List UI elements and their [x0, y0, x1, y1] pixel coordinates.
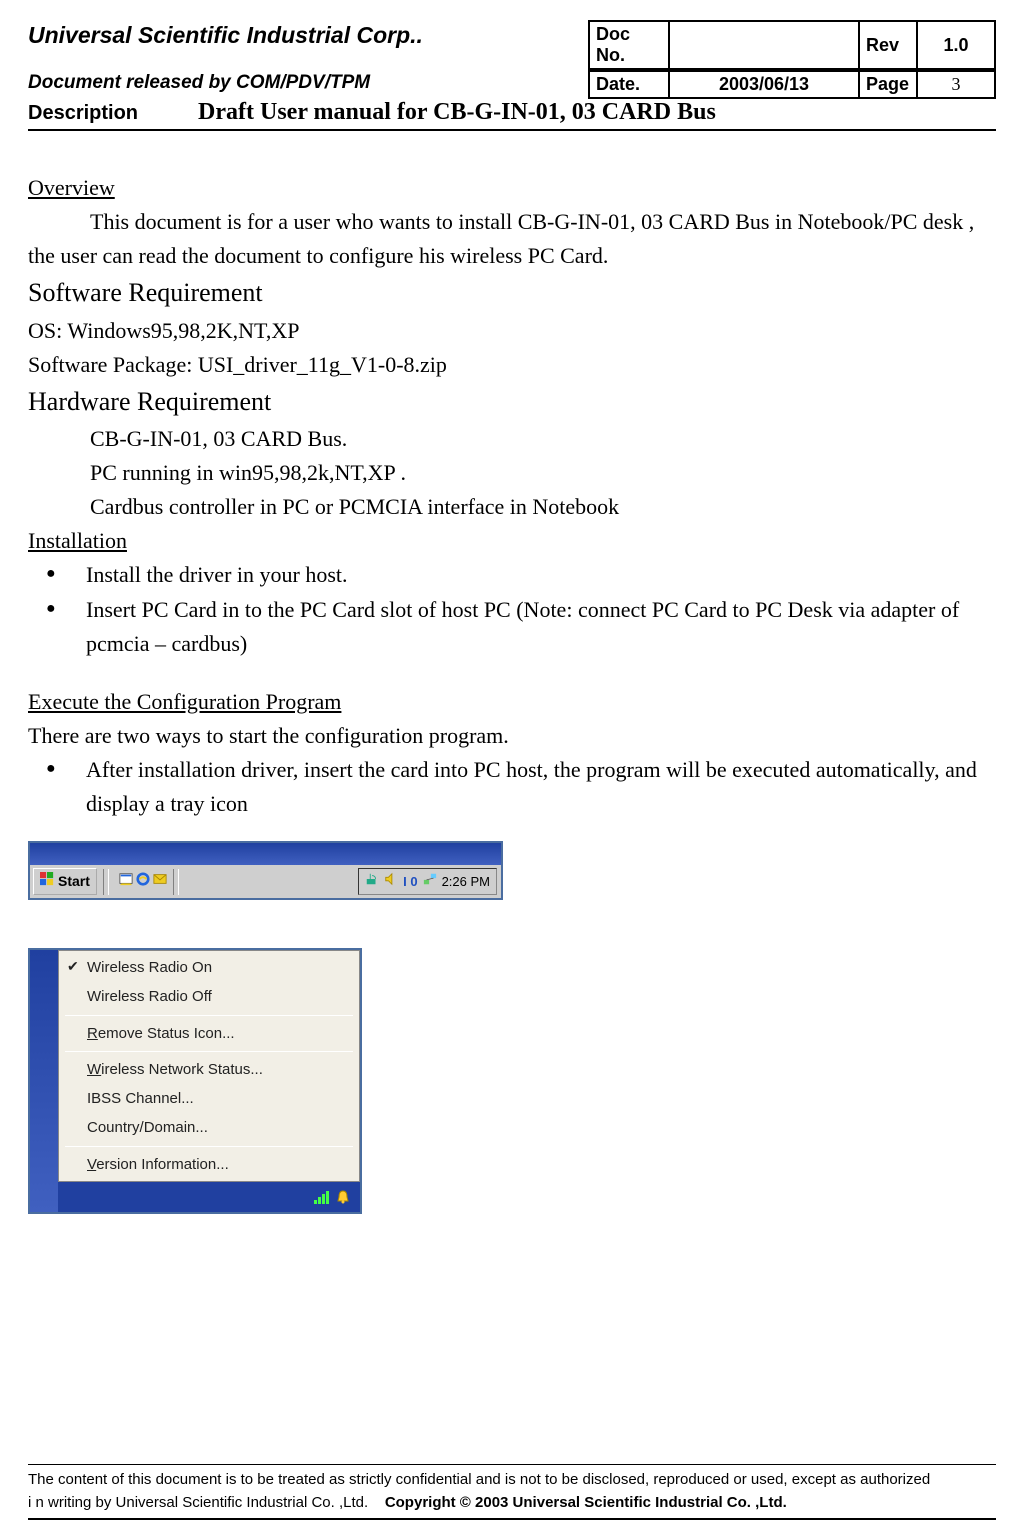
- menu-item-radio-off[interactable]: Wireless Radio Off: [59, 982, 359, 1011]
- software-req-heading: Software Requirement: [28, 273, 996, 313]
- menu-item-ibss[interactable]: IBSS Channel...: [59, 1084, 359, 1113]
- tray-text: I 0: [403, 872, 417, 892]
- tray-clock: 2:26 PM: [442, 872, 490, 892]
- install-item-2: Insert PC Card in to the PC Card slot of…: [46, 593, 996, 661]
- start-button[interactable]: Start: [33, 868, 97, 896]
- page-label: Page: [859, 71, 917, 98]
- signal-icon: [314, 1190, 330, 1204]
- start-label: Start: [58, 871, 90, 893]
- menu-side-strip: [30, 950, 58, 1212]
- overview-paragraph: This document is for a user who wants to…: [28, 205, 996, 273]
- execute-item-1: After installation driver, insert the ca…: [46, 753, 996, 821]
- menu-item-country[interactable]: Country/Domain...: [59, 1113, 359, 1142]
- doc-info-table: Doc No. Rev 1.0: [588, 20, 996, 70]
- date-label: Date.: [589, 71, 669, 98]
- date-value: 2003/06/13: [669, 71, 859, 98]
- footer-line-1: The content of this document is to be tr…: [28, 1471, 930, 1488]
- document-body: Overview This document is for a user who…: [28, 171, 996, 1214]
- tray-network-icon[interactable]: [423, 871, 437, 893]
- install-item-1: Install the driver in your host.: [46, 558, 996, 592]
- context-menu-screenshot: Wireless Radio On Wireless Radio Off Rem…: [28, 948, 362, 1214]
- overview-heading: Overview: [28, 171, 996, 205]
- rev-label: Rev: [859, 21, 917, 69]
- company-name: Universal Scientific Industrial Corp..: [28, 20, 588, 70]
- menu-item-radio-on[interactable]: Wireless Radio On: [59, 953, 359, 982]
- taskbar-screenshot: Start I 0 2:26 PM: [28, 841, 503, 900]
- hardware-req-heading: Hardware Requirement: [28, 382, 996, 422]
- page-value: 3: [917, 71, 995, 98]
- rev-value: 1.0: [917, 21, 995, 69]
- menu-item-remove-status[interactable]: Remove Status Icon...: [59, 1019, 359, 1048]
- execute-heading: Execute the Configuration Program: [28, 685, 996, 719]
- ie-icon[interactable]: [136, 871, 150, 893]
- doc-date-table: Date. 2003/06/13 Page 3: [588, 70, 996, 99]
- docno-value: [669, 21, 859, 69]
- footer-line-2a: i n writing by Universal Scientific Indu…: [28, 1494, 368, 1511]
- menu-separator: [65, 1015, 353, 1016]
- menu-taskbar-strip: [58, 1182, 360, 1212]
- installation-heading: Installation: [28, 524, 996, 558]
- sw-os-line: OS: Windows95,98,2K,NT,XP: [28, 314, 996, 348]
- docno-label: Doc No.: [589, 21, 669, 69]
- footer-copyright: Copyright © 2003 Universal Scientific In…: [385, 1494, 787, 1511]
- bell-icon: [336, 1190, 350, 1204]
- tray-volume-icon[interactable]: [384, 871, 398, 893]
- taskbar-titlebar: [30, 843, 501, 865]
- taskbar-divider-2: [173, 869, 179, 895]
- context-menu: Wireless Radio On Wireless Radio Off Rem…: [58, 950, 360, 1182]
- menu-separator: [65, 1051, 353, 1052]
- sw-pkg-line: Software Package: USI_driver_11g_V1-0-8.…: [28, 348, 996, 382]
- released-by: Document released by COM/PDV/TPM: [28, 70, 588, 99]
- system-tray: I 0 2:26 PM: [358, 868, 497, 896]
- hw-line-2: PC running in win95,98,2k,NT,XP .: [28, 456, 996, 490]
- hw-line-3: Cardbus controller in PC or PCMCIA inter…: [28, 490, 996, 524]
- outlook-icon[interactable]: [153, 871, 167, 893]
- footer: The content of this document is to be tr…: [28, 1464, 996, 1520]
- tray-wireless-icon[interactable]: [365, 871, 379, 893]
- hw-line-1: CB-G-IN-01, 03 CARD Bus.: [28, 422, 996, 456]
- menu-separator: [65, 1146, 353, 1147]
- desktop-icon[interactable]: [119, 871, 133, 893]
- installation-list: Install the driver in your host. Insert …: [28, 558, 996, 660]
- taskbar-divider: [103, 869, 109, 895]
- description-label: Description: [28, 102, 138, 125]
- menu-item-version[interactable]: Version Information...: [59, 1150, 359, 1179]
- windows-logo-icon: [40, 871, 54, 893]
- execute-list: After installation driver, insert the ca…: [28, 753, 996, 821]
- header-block: Universal Scientific Industrial Corp.. D…: [28, 20, 996, 131]
- menu-item-wireless-status[interactable]: Wireless Network Status...: [59, 1055, 359, 1084]
- description-title: Draft User manual for CB-G-IN-01, 03 CAR…: [198, 99, 716, 126]
- execute-intro: There are two ways to start the configur…: [28, 719, 996, 753]
